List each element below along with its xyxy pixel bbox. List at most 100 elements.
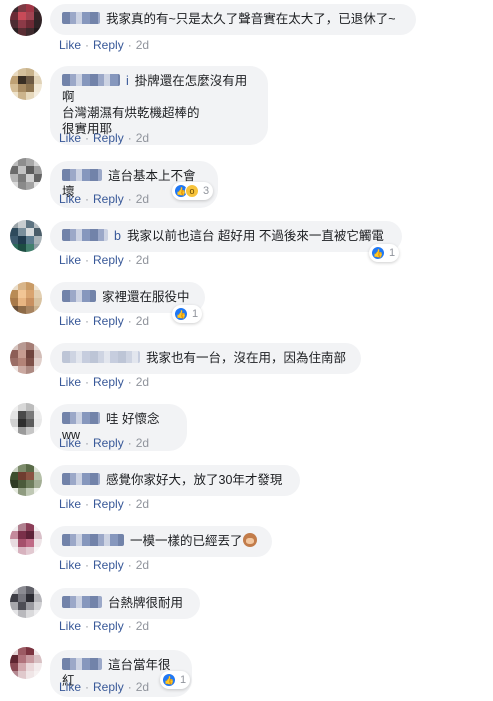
like-icon: 👍 (371, 246, 385, 260)
like-link[interactable]: Like (59, 497, 81, 511)
reaction-count: 1 (192, 308, 199, 320)
comment-text: 感覺你家好大，放了30年才發現 (106, 473, 283, 487)
reply-link[interactable]: Reply (93, 192, 124, 206)
commenter-name[interactable] (62, 290, 96, 302)
avatar[interactable] (10, 282, 42, 314)
commenter-name[interactable] (62, 12, 100, 24)
reactions-badge[interactable]: 👍 1 (172, 305, 203, 323)
like-icon: 👍 (162, 673, 176, 687)
comment-bubble: 台熱牌很耐用 (50, 588, 200, 619)
avatar[interactable] (10, 342, 42, 374)
separator: · (127, 38, 132, 52)
avatar[interactable] (10, 523, 42, 555)
comment-actions: Like · Reply · 2d (59, 680, 153, 694)
comment-bubble: 我家真的有~只是太久了聲音實在太大了，已退休了~ (50, 4, 416, 35)
avatar[interactable] (10, 158, 42, 190)
comment-actions: Like · Reply · 2d (59, 619, 153, 633)
reply-link[interactable]: Reply (93, 314, 124, 328)
commenter-name[interactable] (62, 534, 124, 546)
avatar[interactable] (10, 403, 42, 435)
commenter-name[interactable] (62, 412, 100, 424)
like-link[interactable]: Like (59, 558, 81, 572)
avatar[interactable] (10, 220, 42, 252)
separator: · (85, 558, 90, 572)
comment-actions: Like · Reply · 2d (59, 314, 153, 328)
timestamp[interactable]: 2d (136, 436, 149, 450)
like-link[interactable]: Like (59, 314, 81, 328)
reply-link[interactable]: Reply (93, 619, 124, 633)
reply-link[interactable]: Reply (93, 131, 124, 145)
like-link[interactable]: Like (59, 619, 81, 633)
comment-actions: Like · Reply · 2d (59, 436, 153, 450)
comment-actions: Like · Reply · 2d (59, 253, 153, 267)
like-link[interactable]: Like (59, 436, 81, 450)
separator: · (127, 619, 132, 633)
separator: · (85, 314, 90, 328)
separator: · (127, 192, 132, 206)
timestamp[interactable]: 2d (136, 497, 149, 511)
commenter-name[interactable] (62, 658, 102, 670)
reply-link[interactable]: Reply (93, 680, 124, 694)
reactions-badge[interactable]: 👍 o 3 (172, 182, 214, 200)
reply-link[interactable]: Reply (93, 497, 124, 511)
separator: · (127, 375, 132, 389)
reaction-count: 1 (180, 674, 187, 686)
timestamp[interactable]: 2d (136, 619, 149, 633)
avatar[interactable] (10, 647, 42, 679)
commenter-name-suffix: i (126, 74, 129, 88)
separator: · (85, 680, 90, 694)
like-link[interactable]: Like (59, 375, 81, 389)
comment-bubble: 感覺你家好大，放了30年才發現 (50, 465, 300, 496)
commenter-name[interactable] (62, 74, 120, 86)
separator: · (85, 38, 90, 52)
avatar[interactable] (10, 4, 42, 36)
separator: · (127, 253, 132, 267)
separator: · (127, 131, 132, 145)
commenter-name[interactable] (62, 473, 100, 485)
like-link[interactable]: Like (59, 131, 81, 145)
separator: · (127, 558, 132, 572)
timestamp[interactable]: 2d (136, 375, 149, 389)
comment-text: 我家真的有~只是太久了聲音實在太大了，已退休了~ (106, 12, 396, 26)
comment-text: 台熱牌很耐用 (108, 596, 184, 610)
reaction-count: 3 (203, 185, 210, 197)
timestamp[interactable]: 2d (136, 680, 149, 694)
separator: · (85, 497, 90, 511)
separator: · (127, 680, 132, 694)
separator: · (127, 436, 132, 450)
commenter-name[interactable] (62, 351, 140, 363)
separator: · (85, 253, 90, 267)
timestamp[interactable]: 2d (136, 38, 149, 52)
commenter-name[interactable] (62, 169, 102, 181)
like-link[interactable]: Like (59, 38, 81, 52)
avatar[interactable] (10, 586, 42, 618)
reactions-badge[interactable]: 👍 1 (160, 671, 191, 689)
avatar[interactable] (10, 68, 42, 100)
reply-link[interactable]: Reply (93, 253, 124, 267)
timestamp[interactable]: 2d (136, 558, 149, 572)
commenter-name[interactable] (62, 596, 102, 608)
reaction-count: 1 (389, 247, 396, 259)
reply-link[interactable]: Reply (93, 38, 124, 52)
timestamp[interactable]: 2d (136, 253, 149, 267)
commenter-name[interactable] (62, 229, 108, 241)
commenter-name-suffix: b (114, 229, 121, 243)
reactions-badge[interactable]: 👍 1 (369, 244, 400, 262)
timestamp[interactable]: 2d (136, 131, 149, 145)
comment-actions: Like · Reply · 2d (59, 497, 153, 511)
comment-bubble: b 我家以前也這台 超好用 不過後來一直被它觸電 (50, 221, 402, 252)
timestamp[interactable]: 2d (136, 314, 149, 328)
comment-actions: Like · Reply · 2d (59, 38, 153, 52)
comment-actions: Like · Reply · 2d (59, 375, 153, 389)
comment-bubble: 一模一樣的已經丟了 (50, 526, 272, 557)
reply-link[interactable]: Reply (93, 436, 124, 450)
like-link[interactable]: Like (59, 680, 81, 694)
reply-link[interactable]: Reply (93, 558, 124, 572)
comment-text: 家裡還在服役中 (102, 290, 190, 304)
like-link[interactable]: Like (59, 253, 81, 267)
like-link[interactable]: Like (59, 192, 81, 206)
avatar[interactable] (10, 464, 42, 496)
comment-text: 我家也有一台，沒在用，因為住南部 (146, 351, 347, 365)
reply-link[interactable]: Reply (93, 375, 124, 389)
timestamp[interactable]: 2d (136, 192, 149, 206)
